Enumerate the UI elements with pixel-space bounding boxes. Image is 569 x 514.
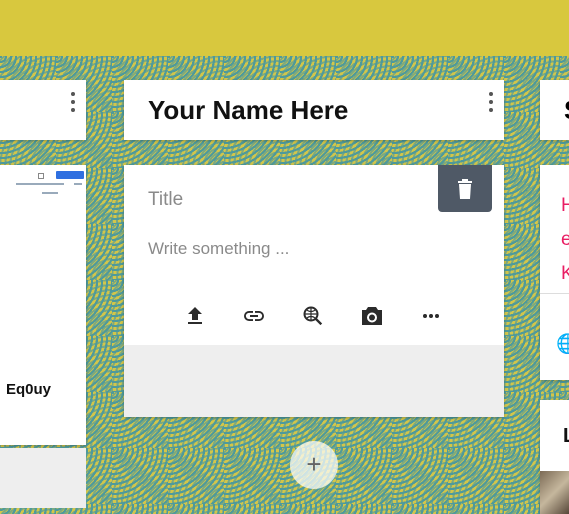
more-icon[interactable] (416, 301, 446, 331)
trash-icon (458, 179, 472, 199)
composer-toolbar (180, 301, 446, 331)
thumbnail-grid-graphic (38, 173, 44, 179)
delete-button[interactable] (438, 165, 492, 212)
post-link-text[interactable]: H (561, 195, 569, 217)
kebab-menu-icon[interactable] (488, 92, 494, 114)
web-search-icon[interactable] (298, 301, 328, 331)
post-card-right-second[interactable]: L (540, 400, 569, 514)
post-title: L (563, 425, 569, 448)
thumbnail-text-graphic (16, 183, 64, 185)
column-title: Your Name Here (148, 95, 349, 125)
column-title: S (564, 95, 569, 126)
title-input[interactable]: Title (148, 189, 183, 211)
post-card-left[interactable]: Eq0uy (0, 165, 86, 508)
thumbnail-text-graphic (74, 183, 82, 185)
post-link-text[interactable]: e (561, 229, 569, 251)
composer-footer (124, 345, 504, 417)
globe-icon: 🌐 (556, 334, 569, 355)
column-header-center: Your Name Here (124, 80, 504, 140)
thumbnail-button-graphic (56, 171, 84, 179)
post-thumbnail (4, 165, 86, 210)
upload-icon[interactable] (180, 301, 210, 331)
camera-icon[interactable] (357, 301, 387, 331)
add-post-button[interactable]: + (290, 441, 338, 489)
post-footer (0, 448, 86, 508)
divider (540, 293, 569, 294)
body-input[interactable]: Write something ... (148, 239, 289, 259)
column-header-left (0, 80, 86, 140)
post-card-right[interactable]: H e K 🌐 (540, 165, 569, 380)
top-header-bar (0, 0, 569, 56)
link-icon[interactable] (239, 301, 269, 331)
post-composer: Title Write something ... (124, 165, 504, 417)
column-header-right: S (540, 80, 569, 140)
post-link-text[interactable]: K (561, 263, 569, 285)
kebab-menu-icon[interactable] (70, 92, 76, 114)
post-image (540, 471, 569, 514)
thumbnail-text-graphic (42, 192, 58, 194)
post-title: Eq0uy (6, 381, 52, 398)
